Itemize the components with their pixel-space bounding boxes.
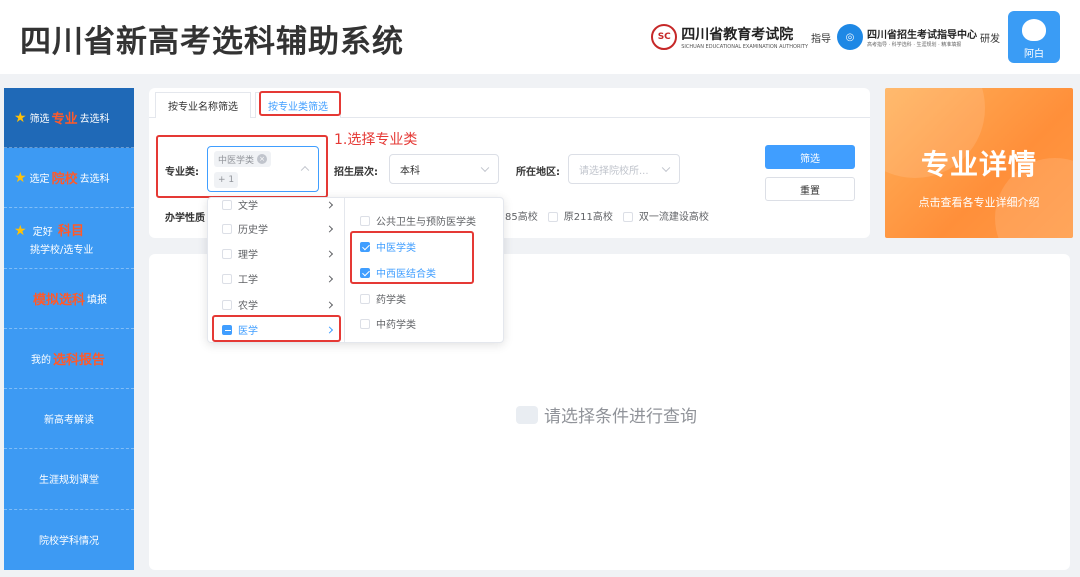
tag-close-icon[interactable]: × xyxy=(257,154,268,164)
selected-tag: 中医学类 × xyxy=(214,151,272,167)
dev-text: 研发 xyxy=(980,33,1000,45)
checkbox[interactable] xyxy=(222,248,232,259)
category-option-medicine[interactable]: 医学 xyxy=(208,317,344,342)
exam-authority-name: 四川省教育考试院 xyxy=(681,27,794,43)
school-tag-211[interactable]: 原211高校 xyxy=(547,208,613,223)
region-select[interactable]: 请选择院校所... xyxy=(568,154,680,184)
tab-by-major-category[interactable]: 按专业类筛选 xyxy=(255,92,341,118)
major-class-dropdown: 文学 历史学 理学 工学 农学 医学 公共卫生与预防医学类 中医学类 中西医结合… xyxy=(207,197,504,343)
sidebar: ★ 筛选 专业 去选科 ★ 选定 院校 去选科 ★ 定好 科目 挑学校/选专业 … xyxy=(4,88,134,570)
checkbox[interactable] xyxy=(547,212,558,222)
category-option[interactable]: 文学 xyxy=(208,198,344,217)
user-name: 阿白 xyxy=(1024,49,1044,60)
sidebar-item-interpretation[interactable]: 新高考解读 xyxy=(4,389,134,450)
empty-search-icon xyxy=(516,405,538,424)
subcategory-option[interactable]: 中医学类 xyxy=(346,234,503,259)
major-class-label: 专业类: xyxy=(165,167,199,178)
avatar-face-icon xyxy=(1022,19,1046,41)
checkbox-checked[interactable] xyxy=(360,241,370,252)
header-logos: SC 四川省教育考试院 SICHUAN EDUCATIONAL EXAMINAT… xyxy=(651,10,1060,64)
category-option[interactable]: 历史学 xyxy=(208,216,344,241)
sidebar-item-report[interactable]: 我的 选科报告 xyxy=(4,329,134,389)
level-select[interactable]: 本科 xyxy=(389,154,499,184)
checkbox-indeterminate[interactable] xyxy=(222,324,232,335)
sidebar-item-filter-major[interactable]: ★ 筛选 专业 去选科 xyxy=(4,88,134,148)
level-label: 招生层次: xyxy=(334,167,378,178)
category-option[interactable]: 农学 xyxy=(208,292,344,317)
empty-state: 请选择条件进行查询 xyxy=(516,402,697,427)
admission-center-sub: 高考指导 · 科学选科 · 生涯规划 · 精准填报 xyxy=(867,42,962,48)
chevron-down-icon xyxy=(661,163,671,173)
checkbox-checked[interactable] xyxy=(360,267,370,278)
chevron-right-icon xyxy=(325,274,334,283)
checkbox[interactable] xyxy=(222,223,232,234)
banner-subtitle: 点击查看各专业详细介绍 xyxy=(918,196,1040,209)
more-tag: + 1 xyxy=(214,172,239,188)
admission-center-logo-icon: ◎ xyxy=(837,24,863,50)
sidebar-item-career[interactable]: 生涯规划课堂 xyxy=(4,449,134,510)
checkbox[interactable] xyxy=(222,199,232,210)
subcategory-column: 公共卫生与预防医学类 中医学类 中西医结合类 药学类 中药学类 xyxy=(346,198,503,342)
exam-authority-logo-icon: SC xyxy=(651,24,678,50)
exam-authority-en: SICHUAN EDUCATIONAL EXAMINATION AUTHORIT… xyxy=(681,44,808,50)
app-title: 四川省新高考选科辅助系统 xyxy=(20,24,404,60)
guide-text: 指导 xyxy=(811,33,831,45)
category-option[interactable]: 理学 xyxy=(208,241,344,266)
admission-center-name: 四川省招生考试指导中心 xyxy=(867,30,977,41)
category-column: 文学 历史学 理学 工学 农学 医学 xyxy=(208,198,345,342)
major-class-cascader[interactable]: 中医学类 × + 1 xyxy=(207,146,319,192)
chevron-right-icon xyxy=(325,224,334,233)
filter-tabs: 按专业名称筛选 按专业类筛选 xyxy=(149,88,870,118)
app-header: 四川省新高考选科辅助系统 SC 四川省教育考试院 SICHUAN EDUCATI… xyxy=(0,0,1080,74)
sidebar-item-school-subjects[interactable]: 院校学科情况 xyxy=(4,510,134,570)
school-type-options: 85高校 原211高校 双一流建设高校 xyxy=(505,208,709,223)
major-detail-banner[interactable]: 专业详情 点击查看各专业详细介绍 xyxy=(885,88,1073,238)
star-icon: ★ xyxy=(14,222,27,239)
banner-title: 专业详情 xyxy=(920,148,1037,181)
subcategory-option[interactable]: 药学类 xyxy=(346,286,503,311)
chevron-right-icon xyxy=(325,200,334,209)
filter-button[interactable]: 筛选 xyxy=(765,145,855,169)
reset-button[interactable]: 重置 xyxy=(765,177,855,201)
checkbox[interactable] xyxy=(360,293,370,304)
tab-by-major-name[interactable]: 按专业名称筛选 xyxy=(155,92,251,118)
user-avatar[interactable]: 阿白 xyxy=(1008,11,1060,63)
school-tag-85[interactable]: 85高校 xyxy=(505,208,538,223)
subcategory-option[interactable]: 中西医结合类 xyxy=(346,260,503,285)
star-icon: ★ xyxy=(14,169,27,186)
checkbox[interactable] xyxy=(360,318,370,329)
annotation-step1: 1.选择专业类 xyxy=(334,132,418,148)
chevron-up-icon xyxy=(300,165,310,175)
checkbox[interactable] xyxy=(222,299,232,310)
sidebar-item-simulate[interactable]: 模拟选科 填报 xyxy=(4,269,134,329)
checkbox[interactable] xyxy=(360,215,370,226)
subcategory-option[interactable]: 公共卫生与预防医学类 xyxy=(346,208,503,233)
sidebar-item-subjects[interactable]: ★ 定好 科目 挑学校/选专业 xyxy=(4,208,134,269)
school-tag-double-first[interactable]: 双一流建设高校 xyxy=(622,208,709,223)
chevron-right-icon xyxy=(325,325,334,334)
subcategory-option[interactable]: 中药学类 xyxy=(346,311,503,336)
checkbox[interactable] xyxy=(622,212,633,222)
school-type-label: 办学性质 xyxy=(165,213,205,224)
sidebar-item-select-school[interactable]: ★ 选定 院校 去选科 xyxy=(4,148,134,209)
star-icon: ★ xyxy=(14,109,27,126)
checkbox[interactable] xyxy=(222,273,232,284)
category-option[interactable]: 工学 xyxy=(208,266,344,291)
region-label: 所在地区: xyxy=(516,167,560,178)
chevron-right-icon xyxy=(325,300,334,309)
chevron-right-icon xyxy=(325,249,334,258)
chevron-down-icon xyxy=(480,163,490,173)
